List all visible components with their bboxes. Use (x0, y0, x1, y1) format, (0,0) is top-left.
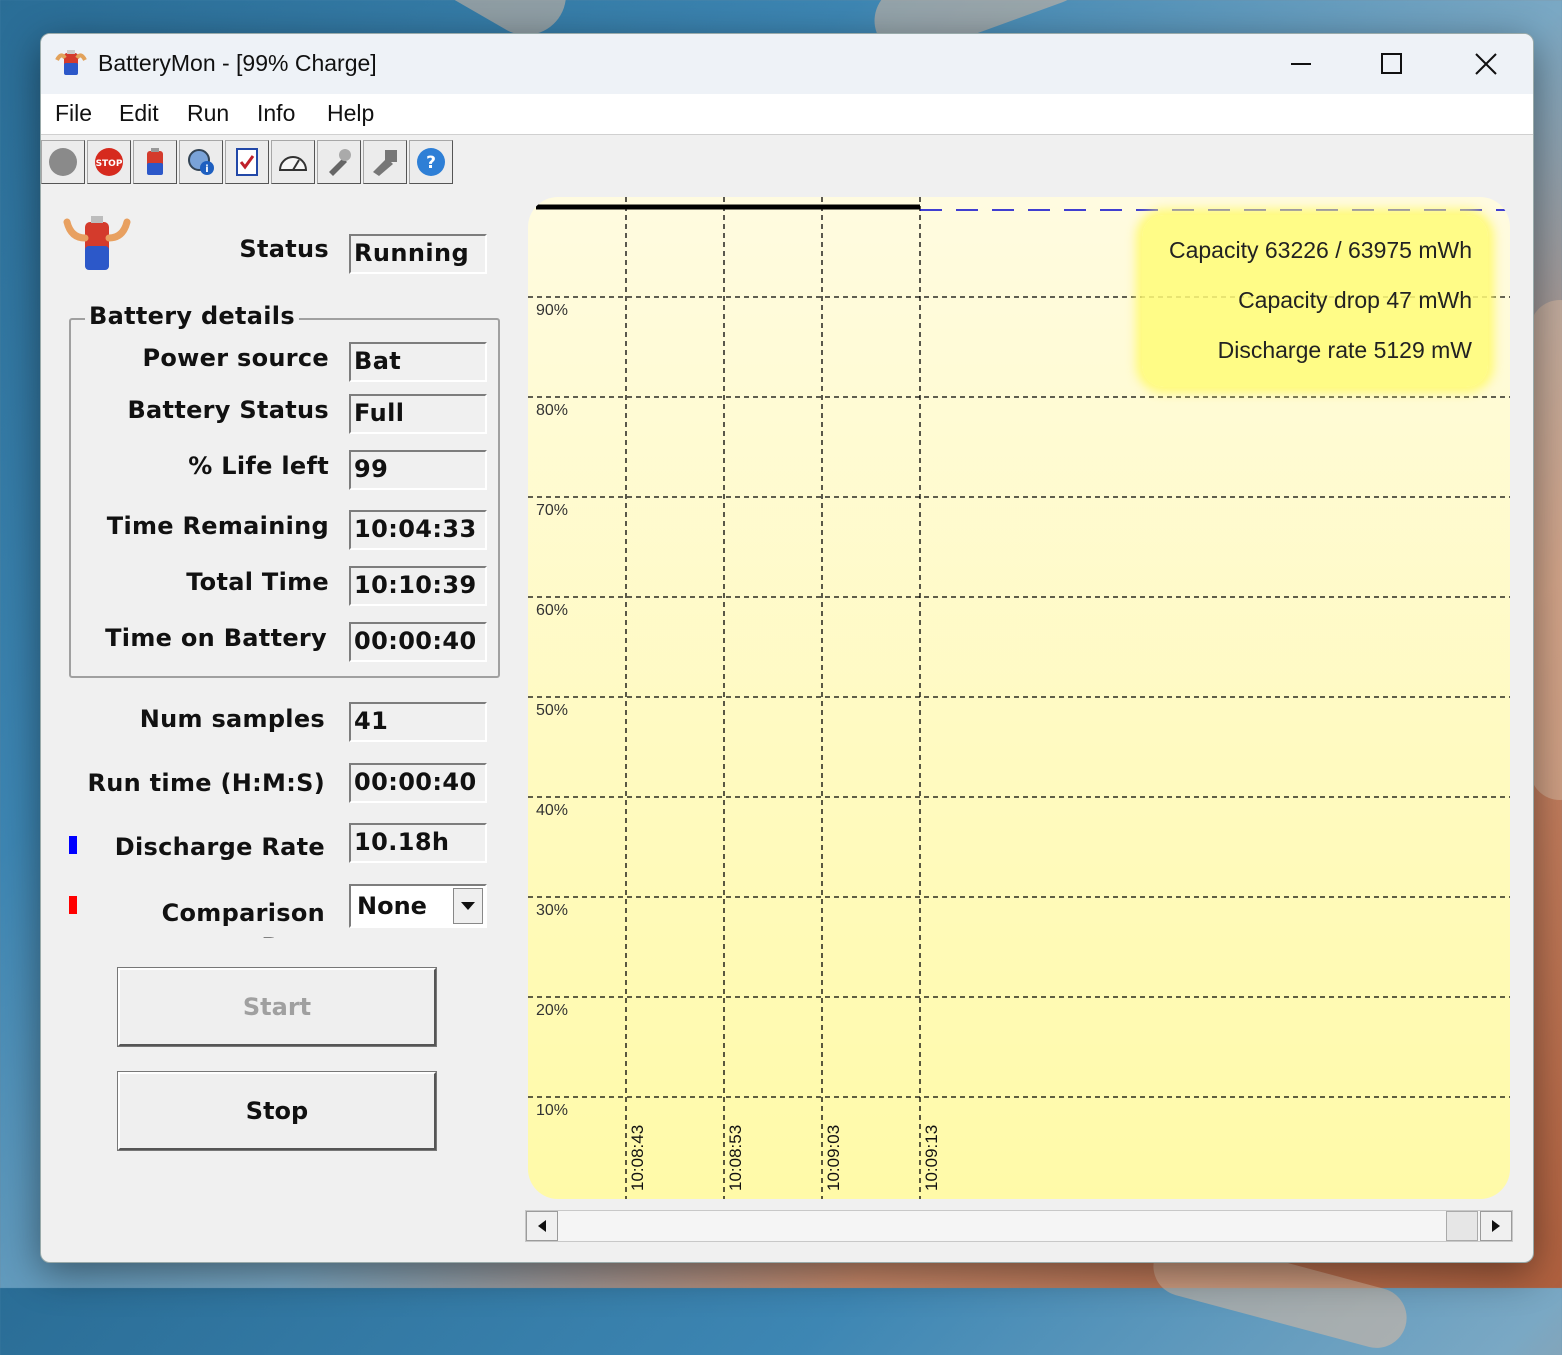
record-button[interactable] (41, 140, 85, 184)
run-time-label: Run time (H:M:S) (87, 769, 325, 797)
stop-button[interactable]: STOP (87, 140, 131, 184)
y-tick-label: 50% (536, 702, 568, 719)
power-source-field: Bat (349, 342, 487, 382)
window-title: BatteryMon - [99% Charge] (98, 50, 377, 76)
info-discharge-rate: Discharge rate 5129 mW (1217, 337, 1472, 363)
battery-button[interactable] (133, 140, 177, 184)
stop-run-button[interactable]: Stop (117, 1071, 437, 1151)
power-source-label: Power source (142, 344, 329, 372)
stop-icon: STOP (95, 148, 123, 176)
record-icon (49, 148, 77, 176)
help-icon: ? (417, 148, 445, 176)
scroll-left-button[interactable] (526, 1211, 558, 1241)
tools-gray-button[interactable] (363, 140, 407, 184)
svg-text:?: ? (426, 153, 436, 173)
battery-mon-window: BatteryMon - [99% Charge] File Edit Run … (40, 33, 1534, 1263)
tools-icon (329, 149, 351, 176)
y-tick-label: 40% (536, 802, 568, 819)
scroll-thumb[interactable] (1446, 1211, 1478, 1241)
toolbar: STOP i ? (41, 138, 1533, 188)
menu-run[interactable]: Run (187, 100, 229, 127)
comparison-rate-label: Comparison Rate (161, 899, 325, 938)
info-capacity-drop: Capacity drop 47 mWh (1238, 287, 1472, 313)
tools-gray-icon (373, 150, 397, 176)
scroll-right-button[interactable] (1480, 1211, 1512, 1241)
life-left-field: 99 (349, 450, 487, 490)
gauge-icon (278, 156, 308, 171)
menu-edit[interactable]: Edit (119, 100, 159, 127)
total-time-field: 10:10:39 (349, 566, 487, 606)
y-tick-label: 20% (536, 1002, 568, 1019)
y-tick-label: 60% (536, 602, 568, 619)
help-button[interactable]: ? (409, 140, 453, 184)
close-icon (1475, 53, 1497, 75)
menu-bar: File Edit Run Info Help (41, 94, 1533, 135)
comparison-dropdown-button[interactable] (453, 888, 483, 924)
arrow-right-icon (1492, 1220, 1500, 1232)
x-tick-label: 10:09:13 (922, 1125, 941, 1191)
close-button[interactable] (1441, 34, 1531, 94)
minimize-button[interactable] (1256, 34, 1346, 94)
title-bar[interactable]: BatteryMon - [99% Charge] (41, 34, 1533, 94)
checklist-icon (236, 148, 258, 176)
time-on-battery-label: Time on Battery (105, 624, 327, 652)
battery-chart: 90% 80% 70% 60% 50% 40% 30% 20% 10% 10:08:43 10:08… (528, 197, 1510, 1199)
y-tick-label: 90% (536, 302, 568, 319)
x-tick-label: 10:08:53 (726, 1125, 745, 1191)
tools-button[interactable] (317, 140, 361, 184)
time-remaining-label: Time Remaining (106, 512, 329, 540)
life-left-label: % Life left (188, 452, 329, 480)
menu-file[interactable]: File (55, 100, 92, 127)
start-button[interactable]: Start (117, 967, 437, 1047)
y-tick-label: 10% (536, 1102, 568, 1119)
y-tick-label: 30% (536, 902, 568, 919)
discharge-rate-legend-swatch (69, 836, 77, 854)
gauge-button[interactable] (271, 140, 315, 184)
comparison-label-clip: Comparison Rate (131, 892, 325, 938)
battery-app-icon (55, 50, 87, 75)
svg-text:STOP: STOP (96, 159, 123, 169)
info-box: Capacity 63226 / 63975 mWh Capacity drop… (1142, 215, 1488, 387)
battery-details-title: Battery details (85, 302, 299, 330)
run-time-field: 00:00:40 (349, 763, 487, 803)
num-samples-label: Num samples (139, 705, 325, 733)
time-remaining-field: 10:04:33 (349, 510, 487, 550)
x-tick-label: 10:08:43 (628, 1125, 647, 1191)
battery-mascot-icon (63, 216, 131, 270)
battery-icon (147, 148, 163, 175)
chart-scrollbar[interactable] (525, 1210, 1513, 1242)
x-tick-label: 10:09:03 (824, 1125, 843, 1191)
num-samples-field: 41 (349, 702, 487, 742)
menu-help[interactable]: Help (327, 100, 374, 127)
discharge-rate-field: 10.18h (349, 823, 487, 863)
total-time-label: Total Time (186, 568, 329, 596)
settings-button[interactable]: i (179, 140, 223, 184)
y-tick-label: 80% (536, 402, 568, 419)
settings-icon: i (188, 149, 214, 175)
battery-status-label: Battery Status (127, 396, 329, 424)
info-capacity: Capacity 63226 / 63975 mWh (1168, 237, 1472, 263)
maximize-button[interactable] (1347, 34, 1437, 94)
comparison-select-value: None (357, 892, 427, 920)
minimize-icon (1291, 63, 1311, 65)
maximize-icon (1381, 53, 1402, 74)
comparison-select[interactable]: None (349, 884, 487, 928)
svg-text:i: i (205, 164, 208, 175)
menu-info[interactable]: Info (257, 100, 295, 127)
chevron-down-icon (461, 902, 475, 910)
arrow-left-icon (538, 1220, 546, 1232)
comparison-rate-legend-swatch (69, 896, 77, 914)
battery-status-field: Full (349, 394, 487, 434)
wallpaper-shape (1530, 300, 1562, 800)
checklist-button[interactable] (225, 140, 269, 184)
status-field: Running (349, 234, 487, 274)
y-tick-label: 70% (536, 502, 568, 519)
status-label: Status (239, 235, 329, 263)
time-on-battery-field: 00:00:40 (349, 622, 487, 662)
discharge-rate-label: Discharge Rate (114, 833, 325, 861)
